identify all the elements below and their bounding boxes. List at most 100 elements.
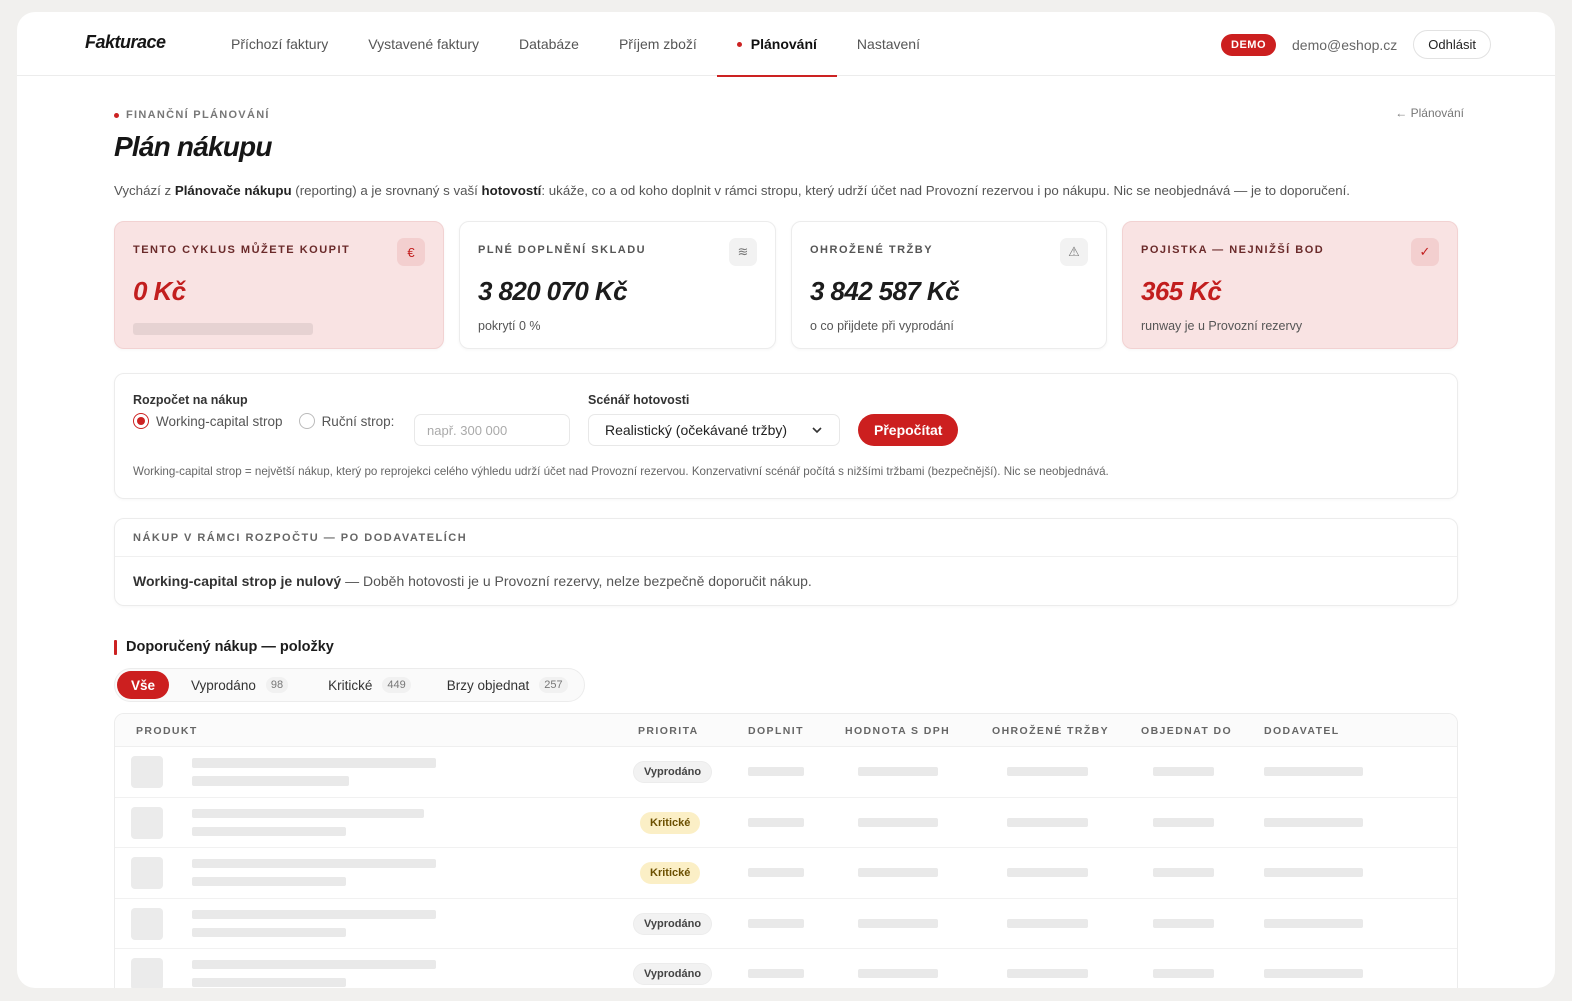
priority-filter-tabs: Vše Vyprodáno 98 Kritické 449 Brzy objedna… [114, 668, 585, 702]
skeleton-cell [1007, 767, 1088, 776]
skeleton-product-name [192, 960, 436, 970]
column-header-product[interactable]: PRODUKT [136, 725, 198, 737]
filter-sold-out[interactable]: Vyprodáno 98 [177, 671, 302, 699]
nav-link-incoming-invoices[interactable]: Příchozí faktury [211, 12, 348, 76]
nav-link-goods-receipt[interactable]: Příjem zboží [599, 12, 717, 76]
logout-button[interactable]: Odhlásit [1413, 30, 1491, 59]
radio-working-capital-label[interactable]: Working-capital strop [156, 414, 283, 429]
kpi-card-revenue-at-risk: OHROŽENÉ TRŽBY ⚠ 3 842 587 Kč o co přijd… [791, 221, 1107, 349]
table-row[interactable]: Vyprodáno [115, 899, 1457, 950]
priority-badge: Vyprodáno [633, 912, 713, 935]
section-accent-bar [114, 639, 117, 655]
eyebrow-dot [114, 112, 119, 118]
skeleton-product-code [192, 877, 346, 887]
back-to-planning-link[interactable]: ← Plánování [1395, 106, 1464, 120]
kpi-label: OHROŽENÉ TRŽBY [810, 244, 934, 256]
product-thumbnail [131, 806, 163, 839]
column-header-value-vat[interactable]: HODNOTA S DPH [845, 725, 950, 737]
skeleton-cell [858, 817, 938, 827]
column-header-order-by[interactable]: OBJEDNAT DO [1141, 725, 1232, 737]
budget-help-text: Working-capital strop = největší nákup, … [133, 465, 1109, 478]
skeleton-product-code [192, 826, 346, 836]
column-header-restock[interactable]: DOPLNIT [748, 725, 804, 737]
kpi-cards: TENTO CYKLUS MŮŽETE KOUPIT € 0 Kč PLNÉ D… [114, 221, 1458, 349]
layers-icon: ≋ [729, 238, 757, 266]
page-eyebrow: FINANČNÍ PLÁNOVÁNÍ [114, 109, 270, 121]
top-navigation: Fakturace Příchozí faktury Vystavené fak… [17, 12, 1555, 77]
filter-count: 449 [382, 677, 411, 693]
budget-options: Working-capital strop Ruční strop: [133, 413, 394, 429]
kpi-value: 3 842 587 Kč [810, 276, 960, 306]
skeleton-product-code [192, 927, 346, 937]
skeleton-cell [1264, 868, 1363, 878]
kpi-card-can-buy: TENTO CYKLUS MŮŽETE KOUPIT € 0 Kč [114, 221, 444, 349]
skeleton-cell [1007, 817, 1088, 827]
filter-order-soon[interactable]: Brzy objednat 257 [433, 671, 582, 699]
column-header-supplier[interactable]: DODAVATEL [1264, 725, 1340, 737]
skeleton-cell [1153, 767, 1214, 776]
check-icon: ✓ [1411, 238, 1439, 266]
recalculate-button[interactable]: Přepočítat [858, 414, 959, 446]
items-table: PRODUKT PRIORITA DOPLNIT HODNOTA S DPH O… [114, 713, 1458, 988]
page-title: Plán nákupu [114, 131, 272, 162]
kpi-label: PLNÉ DOPLNĚNÍ SKLADU [478, 244, 647, 256]
kpi-subtext: runway je u Provozní rezervy [1141, 319, 1303, 333]
user-email: demo@eshop.cz [1292, 36, 1398, 53]
nav-link-planning[interactable]: Plánování [716, 12, 838, 77]
nav-link-settings[interactable]: Nastavení [837, 12, 940, 76]
table-header: PRODUKT PRIORITA DOPLNIT HODNOTA S DPH O… [115, 714, 1457, 747]
demo-badge: DEMO [1221, 33, 1277, 56]
table-row[interactable]: Vyprodáno [115, 747, 1457, 798]
eyebrow-text: FINANČNÍ PLÁNOVÁNÍ [126, 109, 270, 121]
app-window: Fakturace Příchozí faktury Vystavené fak… [17, 12, 1555, 988]
table-row[interactable]: Kritické [115, 798, 1457, 849]
radio-manual-cap[interactable] [298, 413, 315, 429]
skeleton-cell [1153, 868, 1214, 878]
skeleton-cell [748, 868, 804, 878]
kpi-label: TENTO CYKLUS MŮŽETE KOUPIT [133, 244, 351, 256]
skeleton-cell [748, 817, 804, 827]
manual-cap-input[interactable] [414, 414, 570, 446]
loading-skeleton [133, 323, 313, 335]
scenario-select[interactable]: Realistický (očekávané tržby) [588, 414, 840, 446]
filter-count: 257 [539, 677, 568, 693]
kpi-subtext: o co přijdete při vyprodání [810, 319, 954, 333]
chevron-down-icon [812, 427, 822, 434]
product-thumbnail [131, 907, 163, 940]
skeleton-cell [1007, 969, 1088, 979]
skeleton-cell [1264, 969, 1363, 979]
skeleton-cell [1153, 817, 1214, 827]
column-header-priority[interactable]: PRIORITA [638, 725, 699, 737]
filter-critical[interactable]: Kritické 449 [314, 671, 425, 699]
kpi-card-full-restock: PLNÉ DOPLNĚNÍ SKLADU ≋ 3 820 070 Kč pokr… [459, 221, 776, 349]
table-row[interactable]: Vyprodáno [115, 949, 1457, 988]
nav-link-database[interactable]: Databáze [499, 12, 599, 76]
column-header-revenue-risk[interactable]: OHROŽENÉ TRŽBY [992, 725, 1109, 737]
active-dot [736, 41, 742, 47]
skeleton-cell [748, 969, 804, 979]
skeleton-cell [1264, 767, 1363, 776]
skeleton-cell [1007, 868, 1088, 878]
skeleton-cell [1153, 918, 1214, 928]
skeleton-cell [1007, 918, 1088, 928]
filter-all[interactable]: Vše [117, 671, 170, 699]
table-row[interactable]: Kritické [115, 848, 1457, 899]
kpi-subtext: pokrytí 0 % [478, 319, 541, 333]
skeleton-cell [748, 767, 804, 776]
skeleton-product-code [192, 776, 349, 786]
skeleton-cell [1264, 918, 1363, 928]
nav-link-issued-invoices[interactable]: Vystavené faktury [348, 12, 499, 76]
kpi-value: 3 820 070 Kč [478, 276, 628, 306]
kpi-value: 0 Kč [133, 276, 186, 306]
radio-working-capital[interactable] [133, 413, 149, 429]
supplier-panel: NÁKUP V RÁMCI ROZPOČTU — PO DODAVATELÍCH… [114, 518, 1458, 606]
brand-logo[interactable]: Fakturace [85, 32, 166, 53]
warning-icon: ⚠ [1060, 238, 1088, 266]
skeleton-cell [748, 918, 804, 928]
skeleton-cell [858, 969, 938, 979]
skeleton-product-name [192, 808, 424, 818]
supplier-heading: NÁKUP V RÁMCI ROZPOČTU — PO DODAVATELÍCH [115, 519, 1457, 557]
radio-manual-cap-label[interactable]: Ruční strop: [322, 414, 395, 429]
nav-user-area: DEMO demo@eshop.cz Odhlásit [1221, 30, 1491, 59]
product-thumbnail [131, 958, 163, 988]
